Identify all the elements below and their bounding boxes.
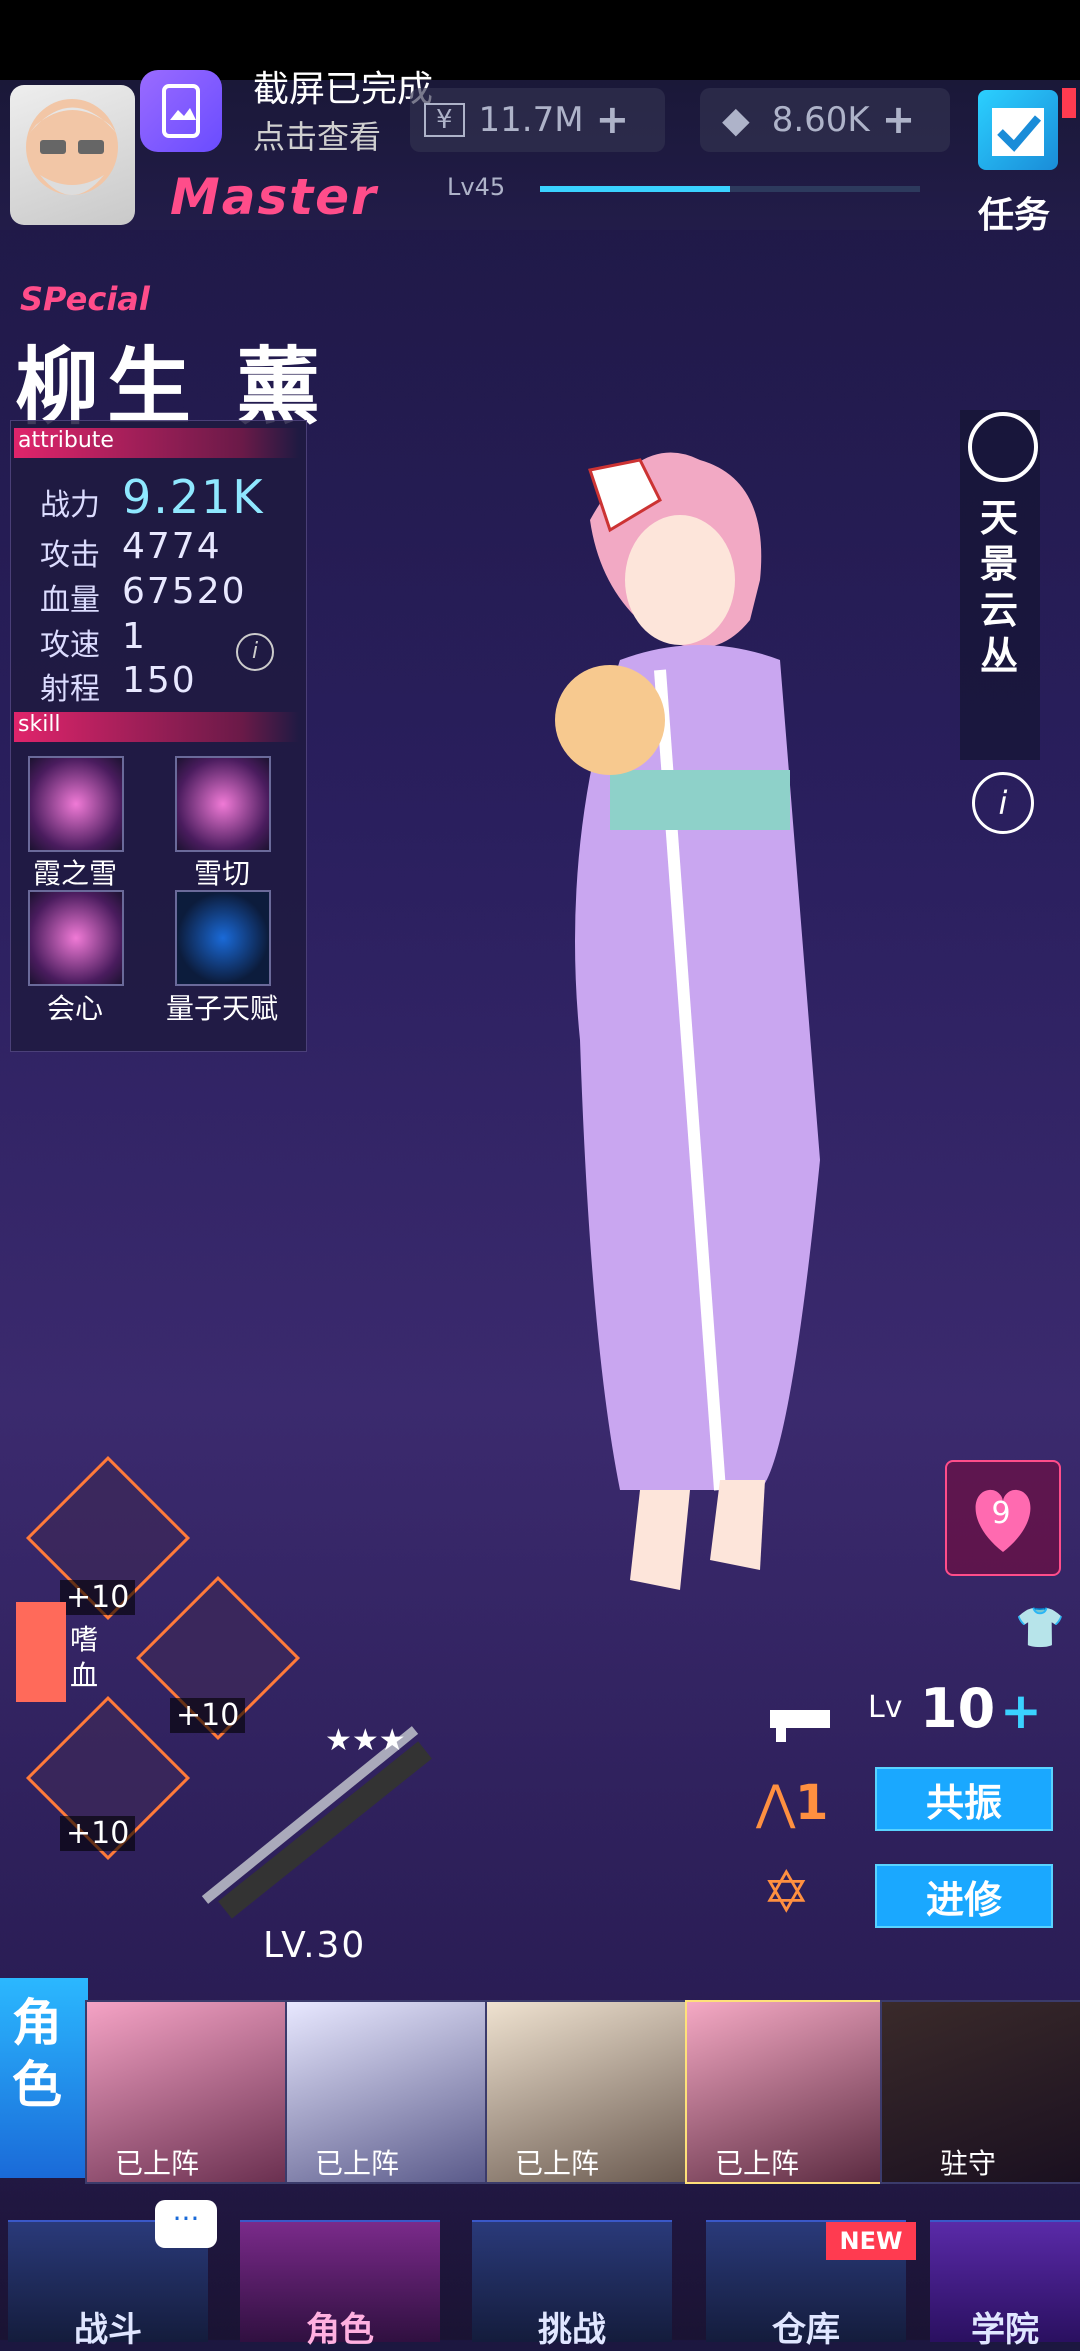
stat-attack-label: 攻击 xyxy=(40,538,100,573)
add-yen-icon[interactable]: + xyxy=(596,97,630,143)
chat-icon[interactable]: ··· xyxy=(155,2200,217,2248)
stats-info-icon[interactable]: i xyxy=(236,633,274,671)
buff-label: 嗜血 xyxy=(70,1623,99,1692)
status-bar xyxy=(0,0,1080,80)
quantum-icon xyxy=(968,412,1038,482)
outfit-icon[interactable]: 👕 xyxy=(1015,1604,1071,1654)
weapon-lv: LV.30 xyxy=(263,1925,367,1966)
roster-status-2: 已上阵 xyxy=(315,2147,400,2180)
rank-chevron-icon: ⋀ xyxy=(756,1775,796,1831)
task-alert-icon xyxy=(1062,88,1076,118)
stat-range-value: 150 xyxy=(122,660,197,701)
stat-range-label: 射程 xyxy=(40,672,100,707)
weapon-illustration[interactable]: ★★★ xyxy=(185,1710,445,1930)
screenshot-notification-icon[interactable] xyxy=(140,70,222,152)
resonance-button-label: 共振 xyxy=(925,1780,1002,1825)
weapon-rank: 1 xyxy=(795,1775,829,1831)
skill-icon-1[interactable] xyxy=(28,756,124,852)
exp-bar-fill xyxy=(540,186,730,192)
star-of-david-icon: ✡ xyxy=(762,1858,811,1926)
roster-tab-label[interactable]: 角色 xyxy=(12,1992,72,2116)
skill-icon-3[interactable] xyxy=(28,890,124,986)
stat-power-label: 战力 xyxy=(40,488,100,523)
equip-bonus-1: +10 xyxy=(60,1580,136,1615)
weapon-level-prefix: Lv xyxy=(868,1690,903,1725)
nav-academy-label[interactable]: 学院 xyxy=(905,2302,1080,2351)
currency-yen-value: 11.7M xyxy=(478,100,584,140)
add-crystal-icon[interactable]: + xyxy=(882,97,916,143)
nav-storage-label[interactable]: 仓库 xyxy=(706,2302,906,2351)
roster-status-1: 已上阵 xyxy=(115,2147,200,2180)
character-tag: SPecial xyxy=(20,280,150,318)
skill-label-4: 量子天赋 xyxy=(165,992,278,1025)
skill-header: skill xyxy=(14,712,299,742)
yen-icon: ¥ xyxy=(424,103,465,137)
crystal-icon: ◆ xyxy=(722,99,750,141)
equip-bonus-3: +10 xyxy=(60,1816,136,1851)
nav-challenge-label[interactable]: 挑战 xyxy=(472,2302,672,2351)
currency-crystal-value: 8.60K xyxy=(771,100,870,140)
svg-text:★★★: ★★★ xyxy=(325,1723,406,1758)
stat-power-value: 9.21K xyxy=(122,470,265,524)
stat-hp-label: 血量 xyxy=(40,583,100,618)
character-illustration[interactable] xyxy=(520,440,880,1640)
stat-attack-value: 4774 xyxy=(122,526,222,567)
skill-label-1: 霞之雪 xyxy=(32,857,117,890)
player-rank: Master xyxy=(170,168,378,226)
skill-icon-2[interactable] xyxy=(175,756,271,852)
currency-yen[interactable]: ¥ 11.7M + xyxy=(410,88,665,152)
skill-label-2: 雪切 xyxy=(193,857,250,890)
weapon-level-value: 10 xyxy=(920,1677,996,1740)
task-icon[interactable] xyxy=(978,90,1058,170)
advance-button-label: 进修 xyxy=(925,1877,1002,1922)
player-avatar[interactable] xyxy=(10,85,135,225)
player-level: Lv45 xyxy=(447,173,506,201)
roster-status-4: 已上阵 xyxy=(715,2147,800,2180)
attribute-header: attribute xyxy=(14,428,299,458)
notification-subtitle[interactable]: 点击查看 xyxy=(253,112,381,158)
advance-button[interactable]: 进修 xyxy=(875,1864,1053,1928)
currency-crystal[interactable]: ◆ 8.60K + xyxy=(700,88,950,152)
weapon-level-up-icon[interactable]: + xyxy=(1000,1682,1042,1740)
new-badge: NEW xyxy=(826,2222,916,2260)
favor-count: 9 xyxy=(991,1496,1011,1531)
buff-badge xyxy=(16,1602,66,1702)
nav-battle-label[interactable]: 战斗 xyxy=(8,2302,208,2351)
roster-status-5: 驻守 xyxy=(940,2147,997,2180)
roster-status-3: 已上阵 xyxy=(515,2147,600,2180)
resonance-button[interactable]: 共振 xyxy=(875,1767,1053,1831)
side-tag-text[interactable]: 天景云丛 xyxy=(980,495,1020,679)
notification-title[interactable]: 截屏已完成 xyxy=(253,60,433,112)
nav-character-label[interactable]: 角色 xyxy=(240,2302,440,2351)
stat-hp-value: 67520 xyxy=(122,571,247,612)
character-info-icon[interactable]: i xyxy=(972,772,1034,834)
skill-icon-4[interactable] xyxy=(175,890,271,986)
task-label[interactable]: 任务 xyxy=(978,186,1050,238)
stat-speed-label: 攻速 xyxy=(40,628,100,663)
weapon-icon xyxy=(766,1690,846,1750)
skill-label-3: 会心 xyxy=(46,992,103,1025)
stat-speed-value: 1 xyxy=(122,616,147,657)
